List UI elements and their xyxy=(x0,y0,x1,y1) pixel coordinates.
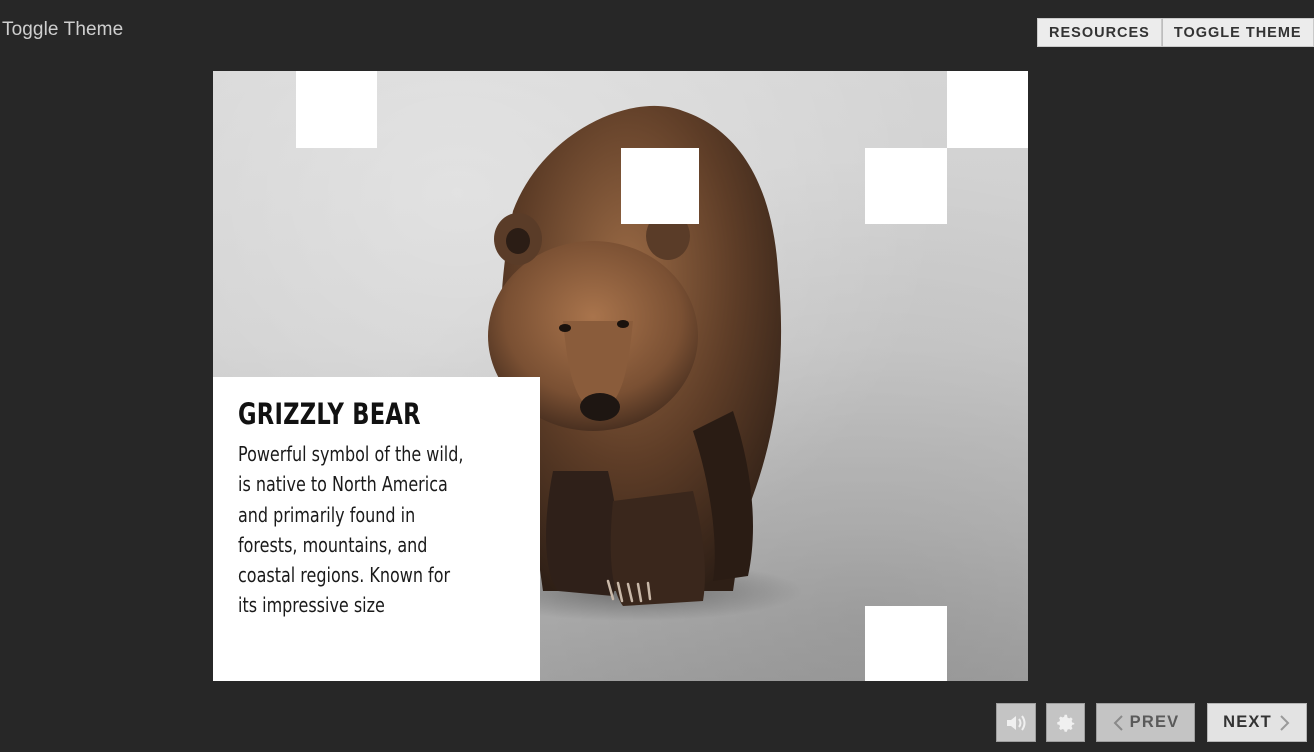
audio-button[interactable] xyxy=(996,703,1036,742)
toggle-theme-button[interactable]: TOGGLE THEME xyxy=(1161,18,1314,47)
mask-tile xyxy=(865,148,947,224)
bottom-controls: PREV NEXT xyxy=(0,703,1314,743)
prev-label: PREV xyxy=(1129,713,1180,731)
mask-tile xyxy=(621,148,699,224)
next-label: NEXT xyxy=(1223,713,1272,731)
chevron-left-icon xyxy=(1113,714,1123,731)
speaker-icon xyxy=(1007,714,1026,731)
mask-tile xyxy=(296,71,377,148)
next-button[interactable]: NEXT xyxy=(1207,703,1307,742)
slide-description: Powerful symbol of the wild, is native t… xyxy=(238,442,464,618)
slide-stage: GRIZZLY BEAR Powerful symbol of the wild… xyxy=(213,71,1028,681)
chevron-right-icon xyxy=(1280,714,1290,731)
mask-tile xyxy=(947,71,1028,148)
slide-title: GRIZZLY BEAR xyxy=(238,397,421,431)
top-toolbar: RESOURCES TOGGLE THEME xyxy=(1037,18,1314,47)
mask-tile xyxy=(865,606,947,681)
gear-icon xyxy=(1056,714,1074,732)
prev-button[interactable]: PREV xyxy=(1096,703,1195,742)
resources-button[interactable]: RESOURCES xyxy=(1037,18,1162,47)
info-card: GRIZZLY BEAR Powerful symbol of the wild… xyxy=(213,377,540,681)
page-title: Toggle Theme xyxy=(2,19,124,40)
settings-button[interactable] xyxy=(1046,703,1085,742)
